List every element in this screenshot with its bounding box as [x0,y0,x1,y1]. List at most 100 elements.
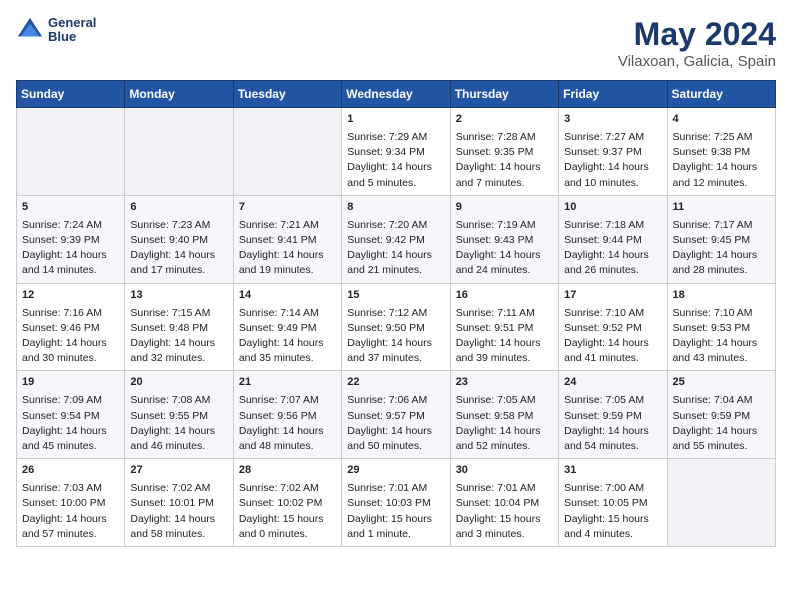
day-info: Sunset: 10:03 PM [347,496,444,511]
day-info: and 41 minutes. [564,351,661,366]
day-info: and 21 minutes. [347,263,444,278]
day-info: Daylight: 14 hours [130,248,227,263]
col-header-monday: Monday [125,81,233,108]
day-info: Daylight: 14 hours [564,336,661,351]
day-cell: 21Sunrise: 7:07 AMSunset: 9:56 PMDayligh… [233,371,341,459]
day-number: 24 [564,375,661,391]
day-info: Sunrise: 7:12 AM [347,306,444,321]
day-info: and 58 minutes. [130,527,227,542]
day-info: Sunrise: 7:25 AM [673,130,770,145]
day-info: Daylight: 15 hours [239,512,336,527]
day-number: 18 [673,288,770,304]
day-info: Sunrise: 7:28 AM [456,130,553,145]
day-info: and 30 minutes. [22,351,119,366]
day-number: 12 [22,288,119,304]
day-info: and 7 minutes. [456,176,553,191]
day-info: Sunrise: 7:27 AM [564,130,661,145]
day-info: and 46 minutes. [130,439,227,454]
day-info: and 35 minutes. [239,351,336,366]
day-info: Sunset: 9:55 PM [130,409,227,424]
day-info: Sunset: 9:52 PM [564,321,661,336]
day-info: Daylight: 14 hours [347,424,444,439]
day-cell: 28 Sunrise: 7:02 AMSunset: 10:02 PMDaylig… [233,459,341,547]
day-info: Sunrise: 7:02 AM [239,481,336,496]
day-info: Daylight: 14 hours [456,424,553,439]
day-info: and 39 minutes. [456,351,553,366]
day-cell: 1Sunrise: 7:29 AMSunset: 9:34 PMDaylight… [342,108,450,196]
day-info: Sunset: 9:53 PM [673,321,770,336]
day-info: and 3 minutes. [456,527,553,542]
day-cell: 30Sunrise: 7:01 AMSunset: 10:04 PMDaylig… [450,459,558,547]
day-cell: 29Sunrise: 7:01 AMSunset: 10:03 PMDaylig… [342,459,450,547]
day-info: and 0 minutes. [239,527,336,542]
day-info: Sunrise: 7:21 AM [239,218,336,233]
day-cell: 22Sunrise: 7:06 AMSunset: 9:57 PMDayligh… [342,371,450,459]
day-cell: 19Sunrise: 7:09 AMSunset: 9:54 PMDayligh… [17,371,125,459]
week-row-1: 1Sunrise: 7:29 AMSunset: 9:34 PMDaylight… [17,108,776,196]
day-info: and 52 minutes. [456,439,553,454]
day-info: Sunset: 9:42 PM [347,233,444,248]
day-info: and 14 minutes. [22,263,119,278]
day-info: Daylight: 14 hours [673,160,770,175]
day-info: Sunset: 9:57 PM [347,409,444,424]
day-info: and 45 minutes. [22,439,119,454]
day-info: Daylight: 14 hours [239,336,336,351]
day-info: and 17 minutes. [130,263,227,278]
day-number: 4 [673,112,770,128]
logo-line2: Blue [48,30,96,44]
day-cell: 11Sunrise: 7:17 AMSunset: 9:45 PMDayligh… [667,195,775,283]
day-info: Daylight: 14 hours [347,248,444,263]
day-info: Sunset: 9:39 PM [22,233,119,248]
col-header-saturday: Saturday [667,81,775,108]
day-cell: 16Sunrise: 7:11 AMSunset: 9:51 PMDayligh… [450,283,558,371]
day-cell: 9Sunrise: 7:19 AMSunset: 9:43 PMDaylight… [450,195,558,283]
day-info: Sunrise: 7:20 AM [347,218,444,233]
day-info: Sunset: 10:05 PM [564,496,661,511]
day-info: Sunrise: 7:16 AM [22,306,119,321]
day-info: Sunset: 9:56 PM [239,409,336,424]
day-number: 23 [456,375,553,391]
day-cell: 13Sunrise: 7:15 AMSunset: 9:48 PMDayligh… [125,283,233,371]
day-number: 1 [347,112,444,128]
day-info: Sunset: 9:41 PM [239,233,336,248]
day-cell: 20Sunrise: 7:08 AMSunset: 9:55 PMDayligh… [125,371,233,459]
day-cell: 14Sunrise: 7:14 AMSunset: 9:49 PMDayligh… [233,283,341,371]
day-info: and 26 minutes. [564,263,661,278]
day-number: 3 [564,112,661,128]
day-info: Daylight: 14 hours [22,424,119,439]
main-title: May 2024 [618,16,776,53]
day-cell: 7Sunrise: 7:21 AMSunset: 9:41 PMDaylight… [233,195,341,283]
logo-text: General Blue [48,16,96,45]
day-info: Sunset: 10:02 PM [239,496,336,511]
day-info: and 57 minutes. [22,527,119,542]
day-info: Sunset: 9:59 PM [564,409,661,424]
day-info: Sunrise: 7:11 AM [456,306,553,321]
day-info: Sunrise: 7:15 AM [130,306,227,321]
week-row-4: 19Sunrise: 7:09 AMSunset: 9:54 PMDayligh… [17,371,776,459]
day-cell: 10Sunrise: 7:18 AMSunset: 9:44 PMDayligh… [559,195,667,283]
day-info: Sunrise: 7:14 AM [239,306,336,321]
day-cell [125,108,233,196]
day-info: Daylight: 14 hours [456,248,553,263]
day-info: Daylight: 14 hours [239,248,336,263]
day-info: Sunrise: 7:03 AM [22,481,119,496]
day-info: Sunset: 9:46 PM [22,321,119,336]
day-info: and 1 minute. [347,527,444,542]
day-info: Sunrise: 7:06 AM [347,393,444,408]
day-cell: 31Sunrise: 7:00 AMSunset: 10:05 PMDaylig… [559,459,667,547]
day-info: and 37 minutes. [347,351,444,366]
day-cell: 18Sunrise: 7:10 AMSunset: 9:53 PMDayligh… [667,283,775,371]
day-info: and 28 minutes. [673,263,770,278]
day-number: 28 [239,463,336,479]
day-info: and 5 minutes. [347,176,444,191]
day-info: Sunset: 9:44 PM [564,233,661,248]
day-info: Sunrise: 7:10 AM [564,306,661,321]
day-info: Sunset: 9:51 PM [456,321,553,336]
day-number: 14 [239,288,336,304]
day-info: Daylight: 14 hours [564,424,661,439]
day-info: Sunrise: 7:04 AM [673,393,770,408]
day-info: Sunset: 9:59 PM [673,409,770,424]
day-info: and 54 minutes. [564,439,661,454]
day-info: Sunrise: 7:24 AM [22,218,119,233]
day-number: 29 [347,463,444,479]
